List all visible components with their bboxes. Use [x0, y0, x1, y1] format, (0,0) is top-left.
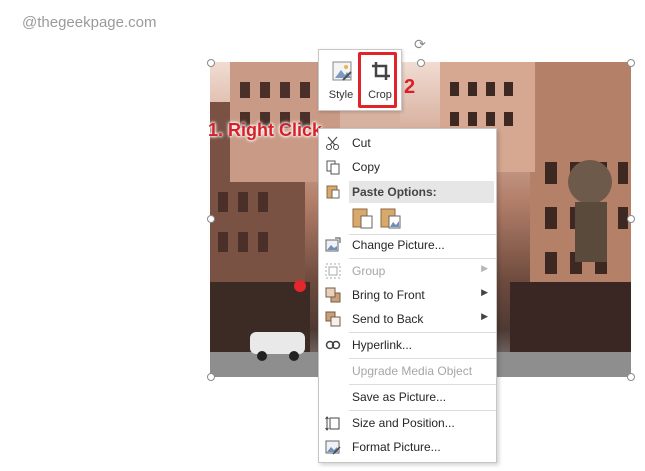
- rotate-handle-icon[interactable]: ⟳: [414, 38, 428, 52]
- menu-item-format-picture[interactable]: Format Picture...: [319, 435, 496, 459]
- resize-handle-tr[interactable]: [627, 59, 635, 67]
- menu-item-save-as-picture[interactable]: Save as Picture...: [319, 385, 496, 409]
- resize-handle-tm[interactable]: [417, 59, 425, 67]
- menu-item-bring-to-front[interactable]: Bring to Front ▶: [319, 283, 496, 307]
- style-button[interactable]: Style: [321, 50, 361, 110]
- submenu-arrow-icon: ▶: [481, 264, 488, 274]
- menu-item-hyperlink[interactable]: Hyperlink...: [319, 333, 496, 357]
- step-1-annotation: 1. Right Click: [208, 120, 323, 140]
- paste-picture-icon: [380, 208, 401, 229]
- menu-item-send-to-back[interactable]: Send to Back ▶: [319, 307, 496, 331]
- resize-handle-bl[interactable]: [207, 373, 215, 381]
- paste-option-picture[interactable]: [379, 206, 403, 230]
- format-picture-icon: [325, 440, 341, 455]
- menu-label: Bring to Front: [352, 288, 425, 302]
- resize-handle-br[interactable]: [627, 373, 635, 381]
- menu-label: Save as Picture...: [352, 390, 447, 404]
- menu-label: Copy: [352, 160, 381, 174]
- watermark: @thegeekpage.com: [22, 14, 157, 31]
- menu-label: Cut: [352, 136, 371, 150]
- menu-item-copy[interactable]: Copy: [319, 155, 496, 179]
- submenu-arrow-icon: ▶: [481, 288, 488, 298]
- paste-keep-formatting-icon: [352, 208, 373, 229]
- click-indicator: [294, 280, 306, 292]
- menu-item-cut[interactable]: Cut: [319, 131, 496, 155]
- menu-label: Change Picture...: [352, 238, 445, 252]
- menu-item-size-and-position[interactable]: Size and Position...: [319, 411, 496, 435]
- menu-item-change-picture[interactable]: Change Picture...: [319, 233, 496, 257]
- link-icon: [325, 340, 341, 350]
- resize-handle-ml[interactable]: [207, 215, 215, 223]
- picture-style-icon: [332, 61, 352, 81]
- copy-icon: [326, 160, 340, 175]
- resize-handle-tl[interactable]: [207, 59, 215, 67]
- menu-label: Group: [352, 264, 386, 278]
- paste-options-header: Paste Options:: [349, 181, 494, 203]
- menu-item-group[interactable]: Group ▶: [319, 259, 496, 283]
- menu-label: Format Picture...: [352, 440, 441, 454]
- resize-handle-mr[interactable]: [627, 215, 635, 223]
- menu-label: Upgrade Media Object: [352, 364, 473, 378]
- send-to-back-icon: [325, 311, 341, 327]
- change-picture-icon: [325, 237, 341, 252]
- size-position-icon: [325, 416, 340, 431]
- group-icon: [325, 263, 341, 279]
- menu-label: Size and Position...: [352, 416, 455, 430]
- crop-highlight-box: [358, 52, 397, 108]
- step-2-annotation: 2: [404, 76, 416, 98]
- menu-label: Hyperlink...: [352, 338, 413, 352]
- scissors-icon: [326, 136, 339, 150]
- submenu-arrow-icon: ▶: [481, 312, 488, 322]
- style-label: Style: [328, 89, 354, 101]
- menu-item-upgrade-media-object[interactable]: Upgrade Media Object: [319, 359, 496, 383]
- paste-options-label: Paste Options:: [352, 185, 437, 199]
- clipboard-icon: [325, 183, 341, 199]
- menu-label: Send to Back: [352, 312, 424, 326]
- paste-option-keep-formatting[interactable]: [351, 206, 375, 230]
- context-menu: Cut Copy Paste Options: Change Picture..…: [318, 128, 497, 463]
- bring-to-front-icon: [325, 287, 341, 303]
